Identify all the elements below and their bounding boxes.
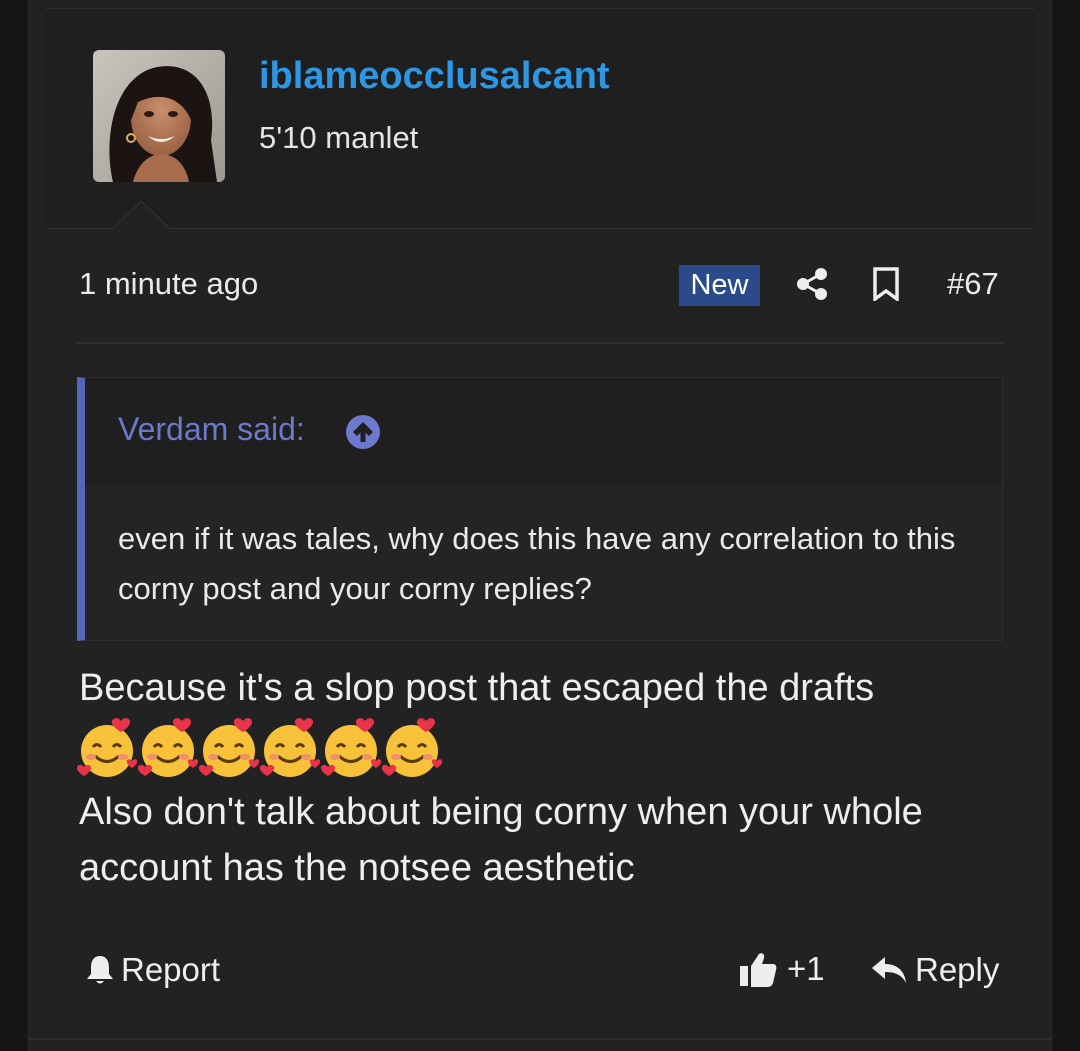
avatar-photo [93, 50, 225, 182]
username-link[interactable]: iblameocclusalcant [259, 55, 610, 98]
divider [77, 342, 1003, 344]
smiling-face-with-hearts-emoji [260, 718, 321, 777]
smiling-face-with-hearts-emoji [138, 718, 199, 777]
reply-arrow-icon [872, 957, 906, 983]
quote-body: even if it was tales, why does this have… [85, 484, 1002, 640]
user-header: iblameocclusalcant 5'10 manlet [45, 8, 1035, 229]
message-line: account has the notsee aesthetic [79, 847, 635, 889]
message-line: Also don't talk about being corny when y… [79, 791, 923, 833]
emoji-row [77, 715, 443, 781]
new-badge: New [679, 265, 760, 306]
arrow-up-circle-icon[interactable] [345, 414, 381, 450]
smiling-face-with-hearts-emoji [321, 718, 382, 777]
quote-text: even if it was tales, why does this have… [118, 521, 956, 606]
bell-icon [87, 956, 113, 984]
reply-label: Reply [915, 951, 1000, 988]
smiling-face-with-hearts-emoji [77, 718, 138, 777]
like-button[interactable]: +1 [739, 948, 825, 990]
post-timestamp[interactable]: 1 minute ago [79, 266, 258, 302]
quote-block: Verdam said: even if it was tales, why d… [77, 377, 1003, 641]
share-icon[interactable] [794, 266, 830, 302]
thumbs-up-icon [740, 953, 777, 987]
avatar[interactable] [93, 50, 225, 182]
quote-author[interactable]: Verdam said: [118, 411, 305, 448]
report-button[interactable]: Report [85, 949, 220, 991]
quote-header: Verdam said: [85, 378, 1002, 484]
post-number-link[interactable]: #67 [947, 266, 999, 302]
like-count: +1 [787, 950, 825, 987]
post-card: iblameocclusalcant 5'10 manlet 1 minute … [28, 0, 1052, 1051]
user-title: 5'10 manlet [259, 120, 419, 155]
smiling-face-with-hearts-emoji [382, 718, 443, 777]
message-line: Because it's a slop post that escaped th… [79, 667, 875, 709]
header-pointer-fill [112, 202, 170, 230]
report-label: Report [121, 951, 221, 988]
smiling-face-with-hearts-emoji [199, 718, 260, 777]
bookmark-icon[interactable] [871, 267, 901, 301]
divider [29, 1038, 1051, 1040]
reply-button[interactable]: Reply [871, 949, 999, 991]
